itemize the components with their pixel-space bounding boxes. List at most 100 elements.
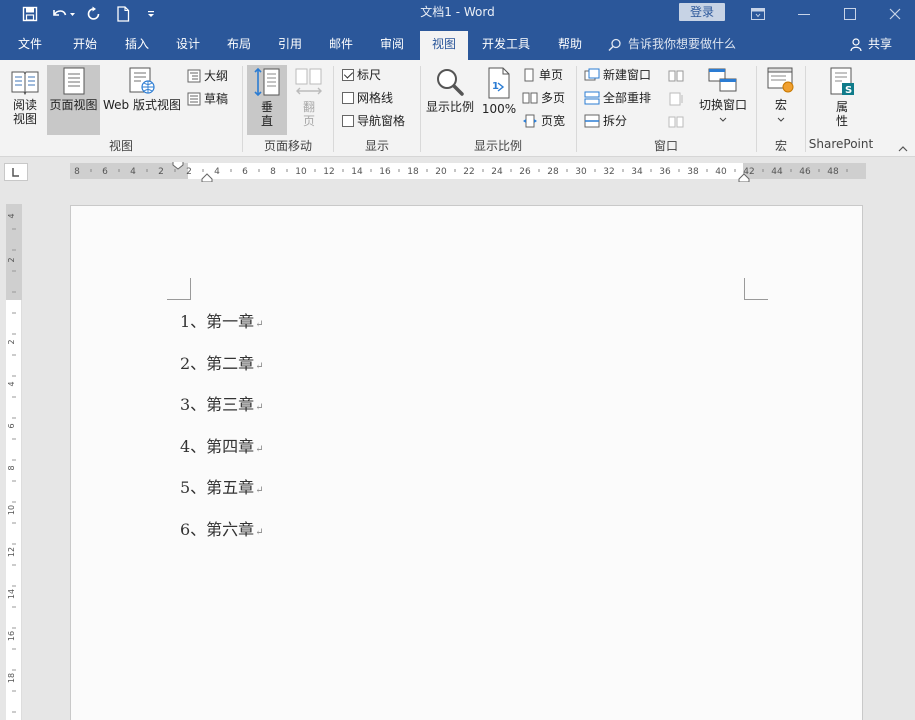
login-button[interactable]: 登录 [679,3,725,21]
properties-label-1: 属 [835,100,848,114]
new-document-icon[interactable] [112,0,134,27]
vertical-ruler-tick-label: 6 [7,423,16,428]
outline-button[interactable]: 大纲 [187,66,228,86]
multiple-pages-button[interactable]: 多页 [522,88,565,108]
switch-windows-label: 切换窗口 [698,98,747,112]
vertical-ruler-tick-label: 10 [7,505,16,515]
draft-button[interactable]: 草稿 [187,89,228,109]
page-width-icon [523,114,537,128]
maximize-icon[interactable] [830,0,870,27]
tab-home[interactable]: 开始 [63,31,107,60]
close-icon[interactable] [875,0,915,27]
paragraph-text: 4、第四章 [180,437,255,456]
list-item[interactable]: 1、第一章↵ [180,311,264,333]
zoom-100-button[interactable]: 1 100% [480,65,518,135]
tab-references[interactable]: 引用 [268,31,312,60]
paragraph-mark-icon: ↵ [255,319,264,330]
switch-windows-button[interactable]: 切换窗口 [697,65,749,135]
vertical-ruler-tick-label: 14 [7,589,16,599]
vertical-label-2: 直 [260,114,273,128]
ruler-tick-label: 44 [771,167,783,177]
ruler-tick-label: 10 [295,167,307,177]
vertical-ruler[interactable]: 4 2 2 4 6 8 10 12 14 16 18 [6,204,22,720]
ribbon-display-options-icon[interactable] [738,0,778,27]
print-layout-label: 页面视图 [49,98,98,112]
side-to-side-button[interactable]: 翻 页 [290,65,328,135]
collapse-ribbon-icon[interactable] [897,142,911,154]
multiple-pages-label: 多页 [541,91,566,105]
list-item[interactable]: 4、第四章↵ [180,436,264,458]
page-movement-group-label: 页面移动 [263,139,312,153]
side-label-2: 页 [302,114,315,128]
reset-window-position-icon[interactable] [668,112,684,132]
tab-insert[interactable]: 插入 [115,31,159,60]
view-side-by-side-icon[interactable] [668,66,684,86]
zoom-group-label: 显示比例 [473,139,522,153]
list-item[interactable]: 2、第二章↵ [180,353,264,375]
web-layout-label: Web 版式视图 [103,98,181,112]
new-window-icon [584,68,600,81]
ruler-checkbox[interactable]: 标尺 [342,65,381,85]
one-page-icon [524,68,534,82]
ruler-checkbox-box[interactable] [342,69,354,81]
svg-text:S: S [845,85,852,96]
multiple-pages-icon [522,92,538,104]
synchronous-scrolling-icon[interactable] [668,89,684,109]
list-item[interactable]: 6、第六章↵ [180,519,264,541]
minimize-icon[interactable] [784,0,824,27]
nav-pane-checkbox-box[interactable] [342,115,354,127]
tab-help[interactable]: 帮助 [548,31,592,60]
tell-me-box[interactable]: 告诉我你想要做什么 [608,31,736,58]
tab-design[interactable]: 设计 [166,31,210,60]
lightbulb-search-icon [608,38,621,51]
page-width-button[interactable]: 页宽 [522,111,565,131]
undo-icon[interactable] [48,0,78,27]
chevron-down-icon [777,117,785,122]
tell-me-text: 告诉我你想要做什么 [628,37,737,51]
macros-button[interactable]: 宏 [762,65,800,135]
paragraph-mark-icon: ↵ [255,485,264,496]
outline-label: 大纲 [204,69,229,83]
arrange-all-button[interactable]: 全部重排 [584,88,651,108]
print-layout-button[interactable]: 页面视图 [47,65,100,135]
web-layout-button[interactable]: Web 版式视图 [101,65,183,135]
gridlines-checkbox[interactable]: 网格线 [342,88,393,108]
properties-button[interactable]: S 属 性 [822,65,862,135]
nav-pane-checkbox[interactable]: 导航窗格 [342,111,405,131]
book-icon [11,71,39,95]
sharepoint-group-label: SharePoint [808,137,874,151]
new-window-button[interactable]: 新建窗口 [584,65,651,85]
tab-layout[interactable]: 布局 [217,31,261,60]
zoom-button[interactable]: 显示比例 [424,65,476,135]
tab-developer[interactable]: 开发工具 [476,31,536,60]
vertical-ruler-tick-label: 8 [7,465,16,470]
document-page[interactable] [70,205,863,720]
ribbon-tabs: 文件 开始 插入 设计 布局 引用 邮件 审阅 视图 开发工具 帮助 告诉我你想… [0,27,915,60]
paragraph-text: 2、第二章 [180,354,255,373]
ruler-tick-label: 2 [186,167,192,177]
tab-review[interactable]: 审阅 [370,31,414,60]
share-button[interactable]: 共享 [850,31,892,58]
ruler-tick-label: 6 [102,167,108,177]
split-button[interactable]: 拆分 [584,111,627,131]
tab-view[interactable]: 视图 [420,31,468,60]
customize-toolbar-icon[interactable] [142,0,160,27]
ruler-tick-label: 4 [130,167,136,177]
save-icon[interactable] [18,0,42,27]
vertical-movement-button[interactable]: 垂 直 [247,65,287,135]
read-mode-button[interactable]: 阅读 视图 [6,65,44,135]
tab-selector[interactable] [4,163,28,181]
show-group-label: 显示 [364,139,389,153]
tab-mailings[interactable]: 邮件 [319,31,363,60]
one-page-button[interactable]: 单页 [522,65,563,85]
vertical-ruler-tick-label: 18 [7,673,16,683]
tab-file[interactable]: 文件 [8,31,52,60]
redo-icon[interactable] [83,0,105,27]
macros-label: 宏 [774,98,787,112]
horizontal-ruler[interactable]: 8 6 4 2 2 4 6 8 10 12 14 16 18 20 22 24 26 28 30 32 34 36 38 40… [70,162,866,182]
gridlines-checkbox-box[interactable] [342,92,354,104]
list-item[interactable]: 5、第五章↵ [180,477,264,499]
ruler-tick-label: 30 [575,167,587,177]
list-item[interactable]: 3、第三章↵ [180,394,264,416]
vertical-ruler-tick-label: 4 [7,213,16,218]
